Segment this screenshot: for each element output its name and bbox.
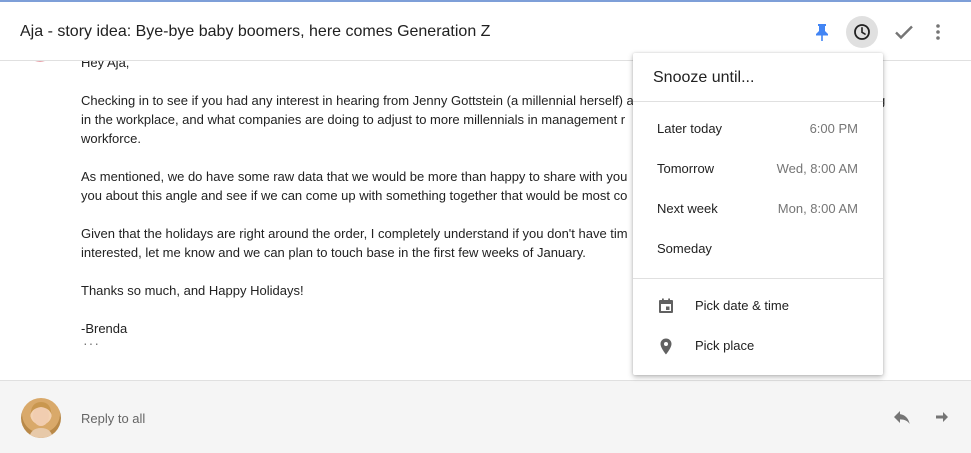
reply-to-all-input[interactable]: Reply to all [81, 411, 145, 426]
snooze-menu-title: Snooze until... [653, 69, 755, 86]
calendar-icon [657, 297, 675, 315]
snooze-option-later-today[interactable]: Later today 6:00 PM [633, 109, 883, 149]
snooze-clock-icon[interactable] [846, 16, 878, 48]
more-vert-icon[interactable] [922, 16, 954, 48]
email-subject: Aja - story idea: Bye-bye baby boomers, … [20, 23, 491, 40]
snooze-option-someday[interactable]: Someday [633, 229, 883, 269]
menu-divider [633, 101, 883, 102]
pick-date-time-option[interactable]: Pick date & time [633, 286, 883, 326]
forward-icon[interactable] [932, 407, 952, 427]
reply-bar: Reply to all [0, 380, 971, 453]
snooze-option-tomorrow[interactable]: Tomorrow Wed, 8:00 AM [633, 149, 883, 189]
reply-all-icon[interactable] [892, 407, 912, 427]
user-avatar [21, 398, 61, 438]
location-pin-icon [657, 337, 675, 355]
snooze-menu: Snooze until... Later today 6:00 PM Tomo… [633, 53, 883, 375]
snooze-option-next-week[interactable]: Next week Mon, 8:00 AM [633, 189, 883, 229]
pick-place-option[interactable]: Pick place [633, 326, 883, 366]
show-trimmed-content-button[interactable]: ··· [83, 335, 100, 351]
pin-icon[interactable] [806, 16, 838, 48]
done-check-icon[interactable] [888, 16, 920, 48]
menu-divider [633, 278, 883, 279]
